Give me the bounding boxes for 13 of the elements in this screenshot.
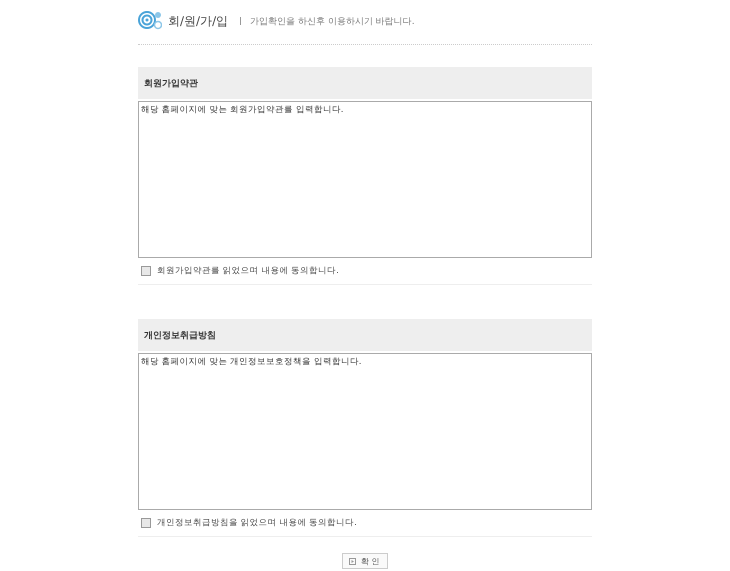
agree-label: 개인정보취급방침을 읽었으며 내용에 동의합니다. <box>157 517 357 529</box>
terms-textarea[interactable]: 해당 홈페이지에 맞는 회원가입약관를 입력합니다. <box>138 101 592 258</box>
section-title: 개인정보취급방침 <box>144 330 216 342</box>
agree-checkbox[interactable] <box>141 266 151 276</box>
page-title: 회/원/가/입 <box>168 12 228 30</box>
agree-label: 회원가입약관를 읽었으며 내용에 동의합니다. <box>157 265 339 277</box>
confirm-button[interactable]: 확 인 <box>342 553 388 569</box>
agree-checkbox[interactable] <box>141 518 151 528</box>
circles-icon <box>138 10 162 32</box>
section-title: 회원가입약관 <box>144 78 198 90</box>
terms-textarea[interactable]: 해당 홈페이지에 맞는 개인정보보호정책을 입력합니다. <box>138 353 592 510</box>
play-icon <box>349 558 356 564</box>
page-subtitle: 가입확인을 하신후 이용하시기 바랍니다. <box>250 16 415 28</box>
